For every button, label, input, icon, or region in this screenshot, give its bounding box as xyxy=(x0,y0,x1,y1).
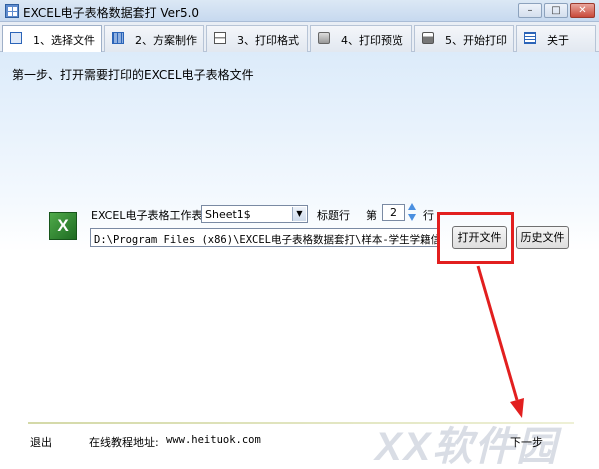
tab-label: 关于 xyxy=(547,34,569,47)
title-bar: EXCEL电子表格数据套打 Ver5.0 – □ ✕ xyxy=(0,0,599,22)
tab-select-file[interactable]: 1、选择文件 xyxy=(2,25,102,53)
tab-print-preview[interactable]: 4、打印预览 xyxy=(310,25,412,52)
preview-icon xyxy=(318,32,330,44)
open-file-icon xyxy=(10,32,22,44)
app-icon xyxy=(5,4,19,18)
tab-label: 5、开始打印 xyxy=(445,34,507,47)
arrow-up-icon[interactable] xyxy=(408,203,416,210)
arrow-down-icon[interactable] xyxy=(408,214,416,221)
title-row-label: 标题行 xyxy=(317,209,350,222)
chevron-down-icon[interactable]: ▼ xyxy=(292,207,306,221)
sheet-select[interactable]: Sheet1$ ▼ xyxy=(201,205,308,223)
window-title: EXCEL电子表格数据套打 Ver5.0 xyxy=(23,6,200,20)
maximize-button[interactable]: □ xyxy=(544,3,568,18)
format-icon xyxy=(214,32,226,44)
row-spinner[interactable] xyxy=(407,203,417,223)
row-prefix-label: 第 xyxy=(366,209,377,222)
grid-icon xyxy=(112,32,124,44)
tab-about[interactable]: 关于 xyxy=(516,25,596,52)
tab-print-format[interactable]: 3、打印格式 xyxy=(206,25,308,52)
step-instruction: 第一步、打开需要打印的EXCEL电子表格文件 xyxy=(12,68,254,82)
printer-icon xyxy=(422,32,434,44)
exit-button[interactable]: 退出 xyxy=(30,434,52,450)
tab-label: 1、选择文件 xyxy=(33,34,95,47)
tab-bar: 1、选择文件 2、方案制作 3、打印格式 4、打印预览 5、开始打印 关于 xyxy=(0,22,599,53)
tab-start-print[interactable]: 5、开始打印 xyxy=(414,25,514,52)
about-icon xyxy=(524,32,536,44)
highlight-box xyxy=(437,212,514,264)
tab-label: 2、方案制作 xyxy=(135,34,197,47)
next-step-button[interactable]: 下一步 xyxy=(510,434,543,450)
main-panel: 第一步、打开需要打印的EXCEL电子表格文件 X EXCEL电子表格工作表 Sh… xyxy=(0,52,599,469)
sheet-label: EXCEL电子表格工作表 xyxy=(91,209,203,222)
excel-icon: X xyxy=(49,212,77,240)
row-suffix-label: 行 xyxy=(423,209,434,222)
tutorial-url-label: 在线教程地址: xyxy=(89,436,159,449)
sheet-select-value: Sheet1$ xyxy=(205,208,251,221)
file-path-input[interactable]: D:\Program Files (x86)\EXCEL电子表格数据套打\样本-… xyxy=(90,228,438,247)
tutorial-url-link[interactable]: www.heituok.com xyxy=(166,434,261,446)
tab-label: 3、打印格式 xyxy=(237,34,299,47)
history-file-button[interactable]: 历史文件 xyxy=(516,226,569,249)
minimize-button[interactable]: – xyxy=(518,3,542,18)
title-row-input[interactable]: 2 xyxy=(382,204,405,221)
tab-scheme[interactable]: 2、方案制作 xyxy=(104,25,204,52)
tab-label: 4、打印预览 xyxy=(341,34,403,47)
close-button[interactable]: ✕ xyxy=(570,3,595,18)
